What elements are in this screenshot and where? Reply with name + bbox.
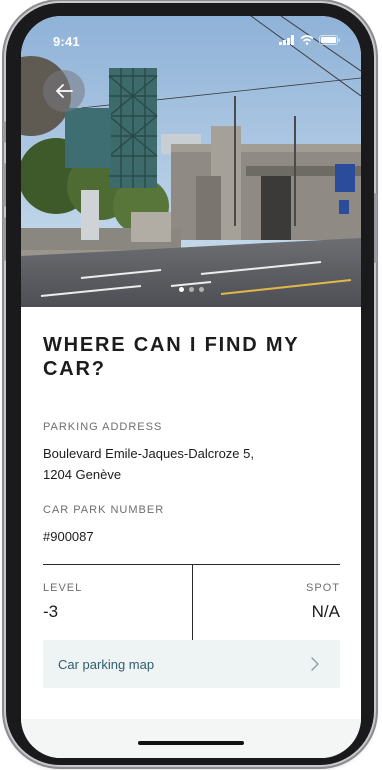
arrow-left-icon (56, 84, 73, 98)
page-title: WHERE CAN I FIND MY CAR? (43, 334, 300, 380)
screen: 9:41 WHERE CAN I FIND MY CAR? PARKING AD… (21, 16, 361, 758)
signal-icon (279, 35, 294, 45)
parking-address-line2: 1204 Genève (43, 467, 122, 482)
chevron-right-icon (311, 657, 319, 671)
car-parking-map-button[interactable]: Car parking map (43, 640, 340, 688)
level-label: LEVEL (43, 582, 83, 594)
carousel-dot[interactable] (198, 287, 204, 292)
spot-value: N/A (311, 602, 340, 621)
mute-switch (3, 121, 6, 143)
level-value: -3 (43, 602, 59, 621)
carousel-dot[interactable] (188, 287, 194, 292)
car-parking-map-label: Car parking map (58, 656, 155, 672)
battery-icon (319, 35, 341, 45)
bottom-section (21, 719, 361, 758)
home-indicator[interactable] (138, 741, 244, 745)
power-button (374, 193, 377, 263)
carousel-indicator (21, 287, 361, 292)
status-icons (279, 35, 341, 45)
carousel-dot-active[interactable] (178, 287, 184, 292)
divider-vertical (192, 564, 193, 640)
back-button[interactable] (43, 70, 85, 112)
status-time: 9:41 (53, 34, 80, 49)
parking-address-label: PARKING ADDRESS (43, 421, 163, 433)
volume-down-button (3, 217, 6, 261)
parking-address-line1: Boulevard Emile-Jaques-Dalcroze 5, (43, 446, 254, 461)
spot-label: SPOT (306, 582, 340, 594)
car-park-number-value: #900087 (43, 529, 94, 544)
volume-up-button (3, 163, 6, 207)
hero-photo[interactable]: 9:41 (21, 16, 361, 307)
car-park-number-label: CAR PARK NUMBER (43, 504, 165, 516)
wifi-icon (300, 35, 314, 45)
